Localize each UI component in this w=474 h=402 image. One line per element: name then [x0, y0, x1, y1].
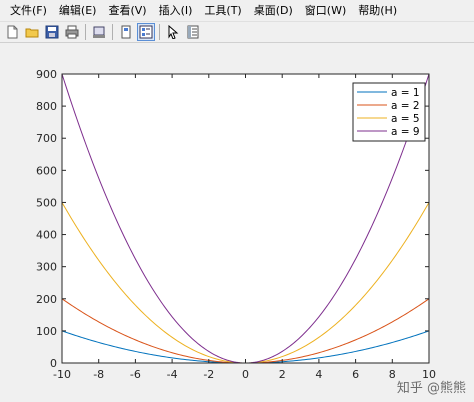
- x-tick-label: 2: [279, 368, 286, 381]
- x-tick-label: 4: [315, 368, 322, 381]
- toolbar: [0, 21, 474, 43]
- plot-svg: -10 -8 -6 -4 -2 0 2 4 6 8 100100200300400500600700…: [36, 68, 436, 381]
- link-icon[interactable]: [117, 23, 135, 41]
- y-tick-label: 500: [36, 196, 57, 209]
- legend-label: a = 2: [391, 100, 420, 112]
- figure-canvas: -10 -8 -6 -4 -2 0 2 4 6 8 10 0 100 200 300 400 500 600 700…: [0, 45, 474, 402]
- x-tick-label: 6: [352, 368, 359, 381]
- open-folder-icon[interactable]: [23, 23, 41, 41]
- plot-tools-icon[interactable]: [137, 23, 155, 41]
- menu-bar: 文件(F) 编辑(E) 查看(V) 插入(I) 工具(T) 桌面(D) 窗口(W…: [0, 0, 474, 20]
- menu-window[interactable]: 窗口(W): [299, 2, 352, 18]
- menu-desktop[interactable]: 桌面(D): [248, 2, 299, 18]
- menu-edit[interactable]: 编辑(E): [53, 2, 103, 18]
- menu-insert[interactable]: 插入(I): [153, 2, 199, 18]
- legend-label: a = 5: [391, 113, 420, 125]
- property-editor-icon[interactable]: [184, 23, 202, 41]
- x-tick-label: -8: [93, 368, 104, 381]
- new-file-icon[interactable]: [3, 23, 21, 41]
- toolbar-separator: [112, 24, 113, 40]
- menu-tools[interactable]: 工具(T): [198, 2, 247, 18]
- print-icon[interactable]: [63, 23, 81, 41]
- x-tick-label: -4: [167, 368, 178, 381]
- menu-file[interactable]: 文件(F): [4, 2, 53, 18]
- y-tick-label: 800: [36, 100, 57, 113]
- legend-label: a = 1: [391, 87, 420, 99]
- x-tick-label: 0: [242, 368, 249, 381]
- y-tick-label: 600: [36, 164, 57, 177]
- y-tick-label: 300: [36, 261, 57, 274]
- toolbar-separator: [159, 24, 160, 40]
- y-tick-label: 200: [36, 293, 57, 306]
- print-preview-icon[interactable]: [90, 23, 108, 41]
- toolbar-separator: [85, 24, 86, 40]
- pointer-icon[interactable]: [164, 23, 182, 41]
- y-tick-label: 100: [36, 325, 57, 338]
- y-tick-label: 700: [36, 132, 57, 145]
- watermark: 知乎 @熊熊: [396, 381, 466, 396]
- x-tick-label: -2: [203, 368, 214, 381]
- menu-help[interactable]: 帮助(H): [352, 2, 403, 18]
- x-tick-label: -6: [130, 368, 141, 381]
- x-tick-label: 8: [389, 368, 396, 381]
- y-tick-label: 0: [50, 357, 57, 370]
- legend-label: a = 9: [391, 126, 420, 138]
- menu-view[interactable]: 查看(V): [102, 2, 152, 18]
- save-icon[interactable]: [43, 23, 61, 41]
- y-tick-label: 900: [36, 68, 57, 81]
- y-tick-label: 400: [36, 229, 57, 242]
